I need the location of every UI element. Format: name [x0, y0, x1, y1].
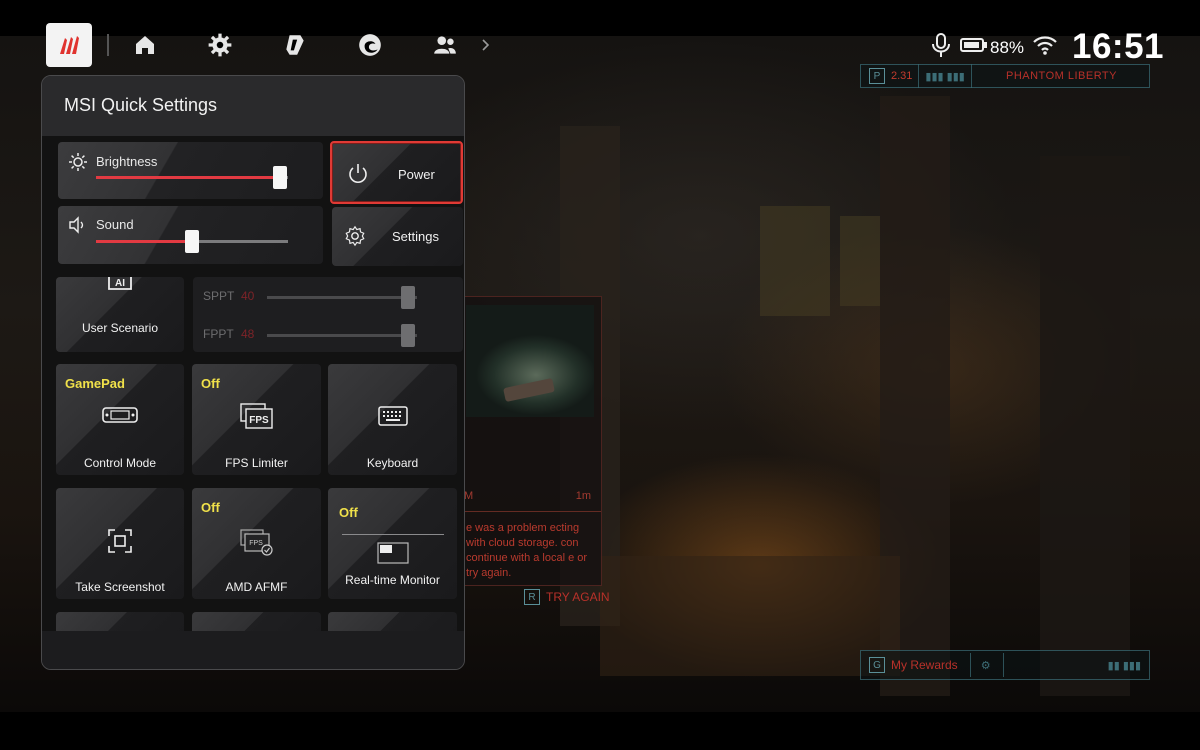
chevron-right-icon[interactable] — [474, 31, 498, 59]
speaker-icon — [69, 216, 84, 234]
hud-key-g: G — [869, 657, 885, 673]
hud-key-p: P — [869, 68, 885, 84]
gear-icon[interactable] — [206, 31, 234, 59]
try-again-label: TRY AGAIN — [546, 590, 610, 604]
screenshot-icon — [108, 529, 132, 553]
copilot-icon[interactable] — [281, 31, 309, 59]
power-label: Power — [398, 167, 435, 182]
tdp-panel: SPPT 40 FPPT 48 — [193, 277, 463, 352]
sppt-label: SPPT — [203, 289, 235, 303]
game-cloud-card: M 1m e was a problem ecting with cloud s… — [463, 296, 602, 586]
settings-button[interactable]: Settings — [332, 207, 463, 266]
power-icon — [349, 164, 367, 183]
bottom-black-strip — [0, 712, 1200, 750]
msi-logo-button[interactable] — [46, 23, 92, 67]
card-time-left: M — [464, 490, 474, 502]
sun-icon — [69, 153, 87, 171]
gamepad-icon — [102, 407, 138, 423]
keyboard-label: Keyboard — [366, 456, 419, 470]
control-mode-tile[interactable]: GamePad Control Mode — [56, 364, 184, 475]
sppt-row: SPPT 40 — [203, 289, 271, 303]
game-hud-top: P 2.31 ▮▮▮ ▮▮▮ PHANTOM LIBERTY — [860, 64, 1150, 88]
panel-header: MSI Quick Settings — [42, 76, 464, 136]
clock: 16:51 — [1072, 27, 1165, 66]
control-mode-label: Control Mode — [83, 456, 157, 470]
game-hud-bottom: G My Rewards ⚙ ▮▮ ▮▮▮ — [860, 650, 1150, 680]
home-icon[interactable] — [131, 31, 159, 59]
brightness-tile[interactable]: Brightness — [58, 142, 323, 199]
panel-body: Brightness Power Sound Settings AI User … — [42, 136, 464, 631]
game-thumbnail — [466, 305, 594, 417]
amd-afmf-label: AMD AFMF — [225, 580, 288, 594]
tile-row3-3[interactable] — [328, 612, 457, 631]
svg-text:FPS: FPS — [249, 415, 269, 426]
real-time-monitor-label: Real-time Monitor — [345, 573, 440, 587]
fps-limiter-label: FPS Limiter — [225, 456, 288, 470]
brightness-slider[interactable] — [96, 166, 288, 189]
keyboard-tile[interactable]: Keyboard — [328, 364, 457, 475]
amd-afmf-state: Off — [201, 500, 220, 515]
sound-tile[interactable]: Sound — [58, 206, 323, 264]
hud-value: 2.31 — [891, 70, 913, 82]
sppt-slider-thumb[interactable] — [401, 286, 415, 309]
wifi-icon[interactable] — [1032, 30, 1058, 60]
fppt-slider[interactable] — [267, 324, 417, 347]
panel-footer — [42, 631, 464, 669]
monitor-icon — [376, 542, 409, 564]
top-black-strip — [0, 0, 1200, 36]
brightness-slider-thumb[interactable] — [273, 166, 288, 189]
fps-limiter-tile[interactable]: Off FPS FPS Limiter — [192, 364, 321, 475]
brightness-fill — [96, 176, 281, 179]
quick-settings-panel: MSI Quick Settings Brightness Power Soun… — [41, 75, 465, 670]
panel-title: MSI Quick Settings — [64, 95, 218, 115]
sound-fill — [96, 240, 192, 243]
sound-slider-thumb[interactable] — [185, 230, 199, 253]
keyboard-icon — [377, 406, 408, 426]
try-again-prompt[interactable]: R TRY AGAIN — [524, 589, 610, 605]
power-button[interactable]: Power — [330, 141, 463, 204]
tile-row3-1[interactable] — [56, 612, 184, 631]
my-rewards-label: My Rewards — [891, 658, 958, 672]
hud-game-title: PHANTOM LIBERTY — [1005, 70, 1117, 82]
ai-icon: AI — [108, 277, 132, 290]
msi-dragon-icon — [60, 36, 79, 54]
amd-afmf-tile[interactable]: Off FPS AMD AFMF — [192, 488, 321, 599]
fps-icon: FPS — [239, 403, 273, 429]
sound-label: Sound — [96, 217, 134, 232]
fppt-label: FPPT — [203, 327, 234, 341]
afmf-icon: FPS — [239, 529, 273, 556]
monitor-divider — [342, 534, 444, 535]
topbar-separator — [107, 34, 109, 56]
cloud-error-message: e was a problem ecting with cloud storag… — [466, 522, 588, 579]
microphone-icon[interactable] — [930, 30, 952, 60]
real-time-monitor-state: Off — [339, 505, 358, 520]
people-icon[interactable] — [431, 31, 459, 59]
real-time-monitor-tile[interactable]: Off Real-time Monitor — [328, 488, 457, 599]
hud-dots: ▮▮▮ ▮▮▮ — [925, 70, 965, 83]
fppt-row: FPPT 48 — [203, 327, 271, 341]
settings-label: Settings — [392, 229, 439, 244]
tile-row3-2[interactable] — [192, 612, 321, 631]
settings-gear-icon — [345, 225, 365, 247]
fppt-slider-thumb[interactable] — [401, 324, 415, 347]
svg-text:FPS: FPS — [249, 540, 263, 547]
svg-text:AI: AI — [115, 278, 125, 289]
sound-slider[interactable] — [96, 230, 288, 253]
user-scenario-tile[interactable]: AI User Scenario — [56, 277, 184, 352]
battery-percent: 88% — [990, 38, 1025, 57]
user-scenario-label: User Scenario — [81, 321, 159, 335]
control-mode-state: GamePad — [65, 376, 125, 391]
battery-icon[interactable] — [960, 30, 988, 60]
edge-icon[interactable] — [356, 31, 384, 59]
card-time-right: 1m — [575, 490, 591, 502]
fps-limiter-state: Off — [201, 376, 220, 391]
brightness-label: Brightness — [96, 154, 158, 169]
take-screenshot-label: Take Screenshot — [75, 580, 165, 594]
take-screenshot-tile[interactable]: Take Screenshot — [56, 488, 184, 599]
sppt-slider[interactable] — [267, 286, 417, 309]
hud-key-r: R — [524, 589, 540, 605]
hud-rewards-icon: ⚙ — [980, 659, 991, 672]
